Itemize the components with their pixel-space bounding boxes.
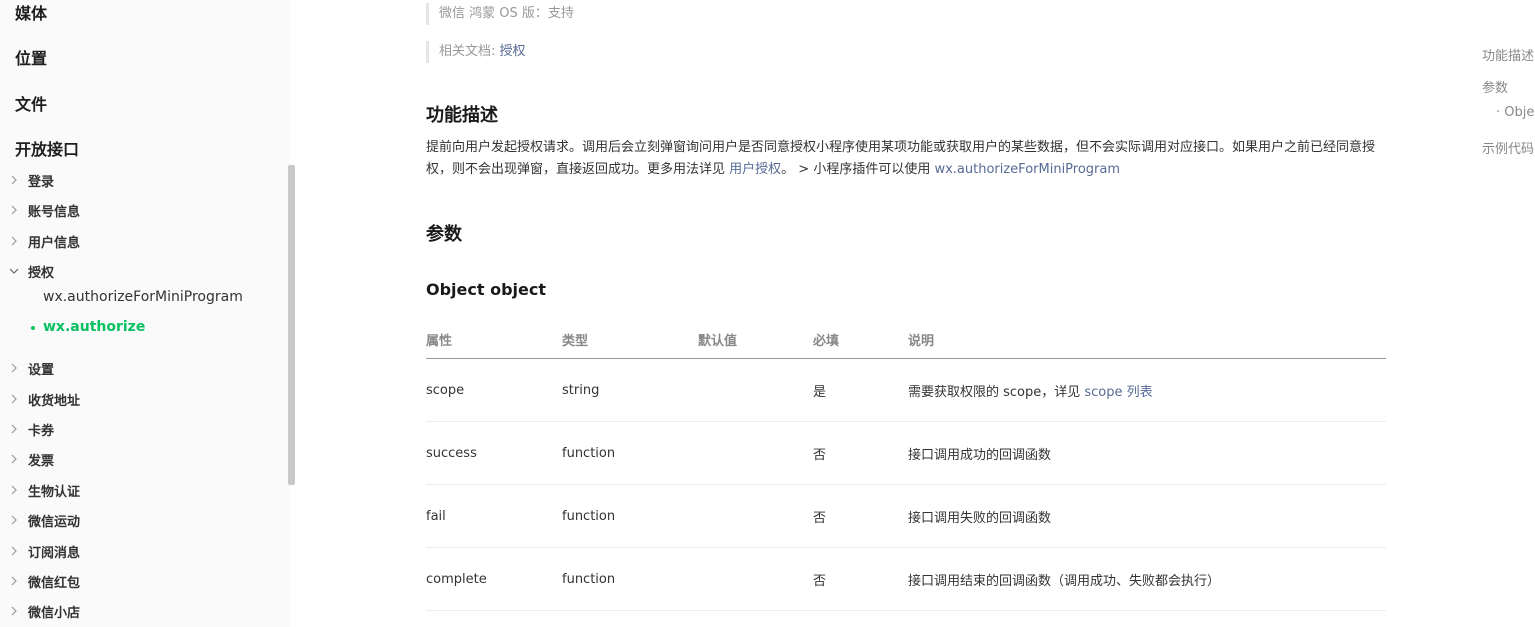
sidebar-item-red-packet[interactable]: 微信红包	[0, 569, 280, 593]
sidebar-section-location[interactable]: 位置	[15, 45, 47, 69]
sidebar-item-label: 设置	[28, 362, 55, 378]
cell-description: 接口调用结束的回调函数（调用成功、失败都会执行）	[908, 547, 1386, 611]
header-cell-description: 说明	[908, 320, 1386, 359]
cell-name: scope	[426, 358, 562, 422]
toc-item-params[interactable]: 参数	[1482, 77, 1508, 96]
toc-item-example[interactable]: 示例代码	[1482, 138, 1534, 157]
sidebar-subitem-authorize-for-mini-program[interactable]: wx.authorizeForMiniProgram	[43, 289, 243, 305]
sidebar-item-label: 收货地址	[28, 393, 81, 409]
sidebar-item-invoice[interactable]: 发票	[0, 447, 280, 471]
cell-description: 需要获取权限的 scope，详见 scope 列表	[908, 358, 1386, 422]
cell-default	[698, 484, 813, 548]
sidebar-item-biometric[interactable]: 生物认证	[0, 478, 280, 502]
cell-name: fail	[426, 484, 562, 548]
related-docs-note: 相关文档: 授权	[426, 41, 526, 63]
chevron-right-icon	[0, 363, 28, 373]
sidebar-subitem-authorize[interactable]: wx.authorize	[43, 319, 145, 335]
cell-required: 否	[813, 421, 908, 485]
toc-item-object[interactable]: · Obje	[1496, 105, 1534, 120]
chevron-right-icon	[0, 485, 28, 495]
section-heading-description: 功能描述	[426, 105, 498, 126]
section-heading-params: 参数	[426, 224, 462, 245]
cell-type: function	[562, 484, 698, 548]
sidebar-item-subscribe-message[interactable]: 订阅消息	[0, 539, 280, 563]
cell-description: 接口调用成功的回调函数	[908, 421, 1386, 485]
sidebar-section-file[interactable]: 文件	[15, 91, 47, 115]
header-cell-default: 默认值	[698, 320, 813, 359]
cell-name: success	[426, 421, 562, 485]
table-row: complete function 否 接口调用结束的回调函数（调用成功、失败都…	[426, 547, 1386, 611]
harmony-value: 支持	[547, 6, 574, 21]
sidebar-item-label: 微信运动	[28, 514, 81, 530]
cell-type: string	[562, 358, 698, 422]
chevron-right-icon	[0, 606, 28, 616]
user-authorization-link[interactable]: 用户授权	[729, 162, 781, 177]
sidebar-item-user-info[interactable]: 用户信息	[0, 229, 280, 253]
cell-type: function	[562, 547, 698, 611]
sidebar-item-settings[interactable]: 设置	[0, 356, 280, 380]
cell-required: 否	[813, 484, 908, 548]
cell-type: function	[562, 421, 698, 485]
sidebar-item-label: 生物认证	[28, 484, 81, 500]
table-header-row: 属性 类型 默认值 必填 说明	[426, 320, 1386, 359]
chevron-right-icon	[0, 205, 28, 215]
sidebar-item-label: 账号信息	[28, 204, 81, 220]
chevron-right-icon	[0, 546, 28, 556]
chevron-right-icon	[0, 424, 28, 434]
table-row: scope string 是 需要获取权限的 scope，详见 scope 列表	[426, 358, 1386, 422]
cell-required: 是	[813, 358, 908, 422]
authorize-for-mini-program-link[interactable]: wx.authorizeForMiniProgram	[934, 162, 1120, 177]
description-paragraph: 提前向用户发起授权请求。调用后会立刻弹窗询问用户是否同意授权小程序使用某项功能或…	[426, 140, 1376, 177]
active-indicator-dot	[31, 326, 35, 330]
cell-description: 接口调用失败的回调函数	[908, 484, 1386, 548]
harmony-label: 微信 鸿蒙 OS 版	[439, 6, 535, 21]
sidebar-item-label: 登录	[28, 174, 55, 190]
sidebar-item-account-info[interactable]: 账号信息	[0, 198, 280, 222]
chevron-right-icon	[0, 394, 28, 404]
table-row: fail function 否 接口调用失败的回调函数	[426, 484, 1386, 548]
header-cell-required: 必填	[813, 320, 908, 359]
sidebar-item-label: 订阅消息	[28, 545, 81, 561]
chevron-right-icon	[0, 175, 28, 185]
sidebar-item-authorize[interactable]: 授权	[0, 259, 280, 283]
cell-required: 否	[813, 547, 908, 611]
table-row: success function 否 接口调用成功的回调函数	[426, 421, 1386, 485]
cell-default	[698, 547, 813, 611]
chevron-right-icon	[0, 236, 28, 246]
sidebar-item-wechat-store[interactable]: 微信小店	[0, 599, 280, 623]
sidebar-scrollbar[interactable]	[288, 165, 295, 485]
related-docs-link[interactable]: 授权	[500, 44, 526, 59]
subheading-object: Object object	[426, 280, 547, 299]
chevron-down-icon	[0, 267, 28, 275]
sidebar-item-werun[interactable]: 微信运动	[0, 508, 280, 532]
toc-item-description[interactable]: 功能描述	[1482, 45, 1534, 64]
sidebar-item-address[interactable]: 收货地址	[0, 387, 280, 411]
sidebar-item-card[interactable]: 卡券	[0, 417, 280, 441]
related-docs-label: 相关文档:	[439, 44, 500, 59]
sidebar-item-label: 授权	[28, 265, 55, 281]
sidebar-item-label: 微信小店	[28, 605, 81, 621]
sidebar-section-media[interactable]: 媒体	[15, 0, 47, 24]
chevron-right-icon	[0, 515, 28, 525]
chevron-right-icon	[0, 576, 28, 586]
sidebar-item-label: 发票	[28, 453, 55, 469]
sidebar-item-label: 微信红包	[28, 575, 81, 591]
cell-name: complete	[426, 547, 562, 611]
sidebar-nav: 媒体 位置 文件 开放接口 登录 账号信息 用户信息 授权 wx.authori…	[0, 0, 290, 627]
sidebar-item-label: 卡券	[28, 423, 55, 439]
header-cell-property: 属性	[426, 320, 562, 359]
cell-default	[698, 421, 813, 485]
sidebar-item-label: 用户信息	[28, 235, 81, 251]
cell-default	[698, 358, 813, 422]
header-cell-type: 类型	[562, 320, 698, 359]
params-table: 属性 类型 默认值 必填 说明 scope string 是 需要获取权限的 s…	[426, 320, 1386, 611]
sidebar-item-login[interactable]: 登录	[0, 168, 280, 192]
harmony-support-note: 微信 鸿蒙 OS 版：支持	[426, 3, 574, 25]
scope-list-link[interactable]: scope 列表	[1084, 385, 1152, 400]
chevron-right-icon	[0, 454, 28, 464]
sidebar-section-open-api[interactable]: 开放接口	[15, 136, 79, 160]
